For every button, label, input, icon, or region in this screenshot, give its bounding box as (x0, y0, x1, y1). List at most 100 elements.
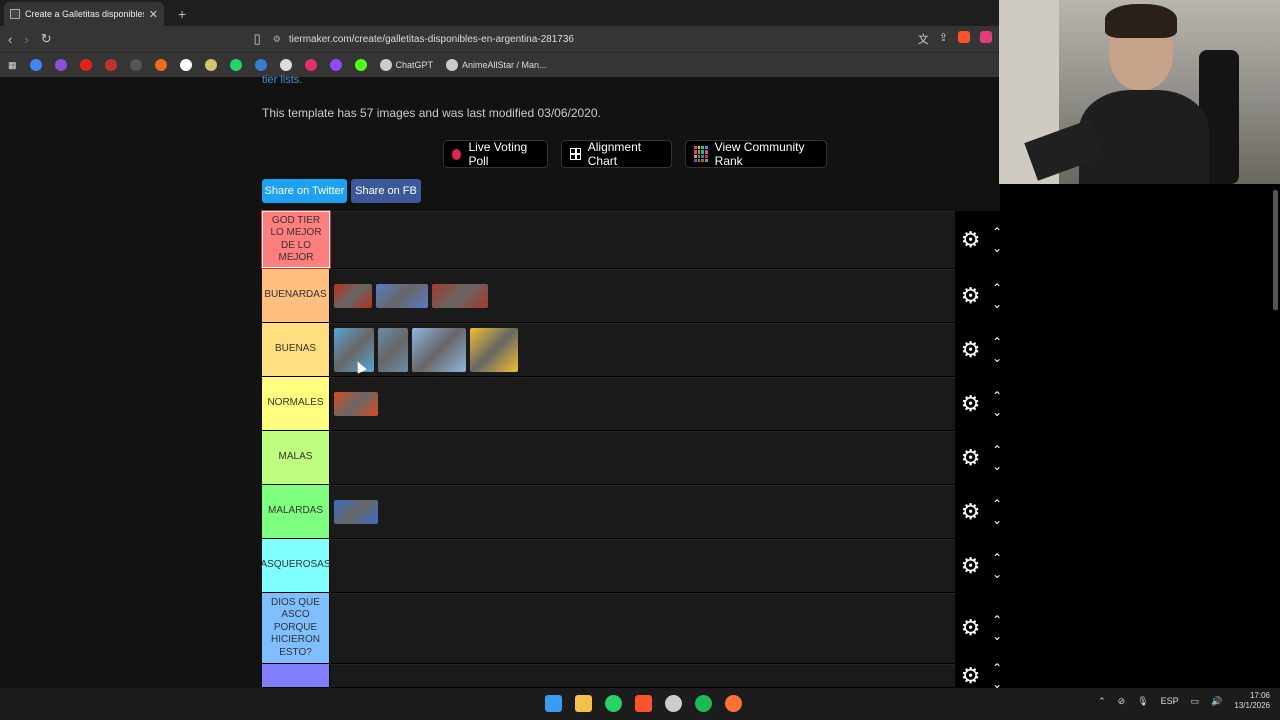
share-fb-button[interactable]: Share on FB (351, 179, 421, 203)
chevron-up-icon[interactable]: ⌃ (992, 498, 1000, 510)
tier-label[interactable]: MALARDAS (262, 485, 330, 538)
chevron-down-icon[interactable]: ⌄ (992, 352, 1000, 364)
whatsapp-icon[interactable] (605, 695, 622, 712)
chevron-up-icon[interactable]: ⌃ (992, 226, 1000, 238)
share-icon[interactable]: ⇪ (939, 31, 948, 47)
chevron-up-icon[interactable]: ⌃ (992, 390, 1000, 402)
chevron-down-icon[interactable]: ⌄ (992, 568, 1000, 580)
display-icon[interactable]: ▭ (1191, 696, 1200, 707)
bookmark-item[interactable] (54, 59, 67, 71)
site-info-icon[interactable]: ⚙ (273, 34, 281, 45)
brave-icon[interactable] (635, 695, 652, 712)
gear-icon[interactable]: ⚙ (961, 228, 981, 251)
apps-grid-icon[interactable]: ▦ (8, 60, 17, 71)
chevron-down-icon[interactable]: ⌄ (992, 514, 1000, 526)
tier-items[interactable] (330, 211, 955, 268)
alignment-chart-button[interactable]: Alignment Chart (561, 140, 672, 168)
spotify-icon[interactable] (695, 695, 712, 712)
bookmark-item[interactable] (104, 59, 117, 71)
tier-label[interactable]: MALAS (262, 431, 330, 484)
explorer-icon[interactable] (575, 695, 592, 712)
chevron-up-icon[interactable]: ⌃ (992, 662, 1000, 674)
bookmark-item[interactable] (154, 59, 167, 71)
bookmark-item[interactable] (304, 59, 317, 71)
tier-item-image[interactable] (334, 392, 378, 416)
chevron-up-icon[interactable]: ⌃ (992, 552, 1000, 564)
bookmark-item[interactable]: AnimeAllStar / Man... (446, 59, 547, 71)
gear-icon[interactable]: ⚙ (961, 338, 981, 361)
tier-items[interactable] (330, 269, 955, 322)
tier-lists-link[interactable]: tier lists. (262, 74, 302, 86)
bookmark-item[interactable] (79, 59, 92, 71)
volume-icon[interactable]: 🔊 (1211, 696, 1222, 707)
tier-label[interactable]: ASQUEROSAS (260, 539, 331, 592)
tier-label[interactable]: GOD TIER LO MEJOR DE LO MEJOR (261, 210, 331, 269)
bookmark-item[interactable] (204, 59, 217, 71)
tier-item-image[interactable] (470, 328, 518, 372)
close-tab-icon[interactable]: ✕ (149, 8, 158, 21)
gear-icon[interactable]: ⚙ (961, 664, 981, 687)
gear-icon[interactable]: ⚙ (961, 284, 981, 307)
brave-rewards-icon[interactable] (980, 31, 992, 43)
live-voting-poll-button[interactable]: Live Voting Poll (443, 140, 548, 168)
bookmark-item[interactable] (129, 59, 142, 71)
tier-items[interactable] (330, 323, 955, 376)
chevron-up-icon[interactable]: ⌃ (992, 614, 1000, 626)
windows-icon[interactable] (545, 695, 562, 712)
chevron-down-icon[interactable]: ⌄ (992, 298, 1000, 310)
view-community-rank-button[interactable]: View Community Rank (685, 140, 827, 168)
language-indicator[interactable]: ESP (1161, 696, 1179, 706)
bookmark-item[interactable] (354, 59, 367, 71)
tier-items[interactable] (330, 377, 955, 430)
chevron-up-icon[interactable]: ⌃ (1098, 696, 1106, 707)
brave-shields-icon[interactable] (958, 31, 970, 43)
tier-item-image[interactable] (376, 284, 428, 308)
bookmark-item[interactable] (29, 59, 42, 71)
chevron-up-icon[interactable]: ⌃ (992, 282, 1000, 294)
tier-items[interactable] (330, 593, 955, 663)
reload-icon[interactable]: ↻ (41, 31, 52, 47)
chevron-down-icon[interactable]: ⌄ (992, 678, 1000, 689)
bookmark-icon[interactable]: ▯ (254, 31, 261, 47)
gear-icon[interactable]: ⚙ (961, 446, 981, 469)
chevron-up-icon[interactable]: ⌃ (992, 336, 1000, 348)
tier-label[interactable]: BUENARDAS (262, 269, 330, 322)
tier-items[interactable] (330, 485, 955, 538)
bookmark-item[interactable] (229, 59, 242, 71)
tier-item-image[interactable] (432, 284, 488, 308)
browser-tab[interactable]: Create a Galletitas disponibles en ✕ (4, 2, 164, 26)
chevron-down-icon[interactable]: ⌄ (992, 242, 1000, 254)
tier-label[interactable] (262, 664, 330, 687)
steam-icon[interactable] (665, 695, 682, 712)
clock[interactable]: 17:06 13/1/2026 (1234, 691, 1270, 712)
tier-items[interactable] (330, 664, 955, 687)
chevron-down-icon[interactable]: ⌄ (992, 406, 1000, 418)
translate-icon[interactable]: 文 (918, 31, 929, 47)
tier-label[interactable]: NORMALES (262, 377, 330, 430)
share-twitter-button[interactable]: Share on Twitter (262, 179, 347, 203)
bookmark-item[interactable] (329, 59, 342, 71)
chevron-up-icon[interactable]: ⌃ (992, 444, 1000, 456)
tier-item-image[interactable] (412, 328, 466, 372)
gear-icon[interactable]: ⚙ (961, 500, 981, 523)
gear-icon[interactable]: ⚙ (961, 392, 981, 415)
new-tab-button[interactable]: + (164, 6, 186, 26)
tier-items[interactable] (330, 539, 955, 592)
tier-item-image[interactable] (378, 328, 408, 372)
tier-item-image[interactable] (334, 500, 378, 524)
gear-icon[interactable]: ⚙ (961, 617, 981, 639)
tier-item-image[interactable] (334, 284, 372, 308)
address-bar[interactable]: ⚙ tiermaker.com/create/galletitas-dispon… (273, 29, 906, 49)
forward-icon[interactable]: › (24, 32, 28, 47)
network-icon[interactable]: ⊘ (1118, 696, 1126, 707)
back-icon[interactable]: ‹ (8, 32, 12, 47)
bookmark-item[interactable] (254, 59, 267, 71)
bookmark-item[interactable] (179, 59, 192, 71)
gear-icon[interactable]: ⚙ (961, 554, 981, 577)
chevron-down-icon[interactable]: ⌄ (992, 630, 1000, 642)
bookmark-item[interactable]: ChatGPT (379, 59, 433, 71)
tier-label[interactable]: BUENAS (262, 323, 330, 376)
tier-label[interactable]: DIOS QUE ASCO PORQUE HICIERON ESTO? (262, 593, 330, 663)
chevron-down-icon[interactable]: ⌄ (992, 460, 1000, 472)
bookmark-item[interactable] (279, 59, 292, 71)
